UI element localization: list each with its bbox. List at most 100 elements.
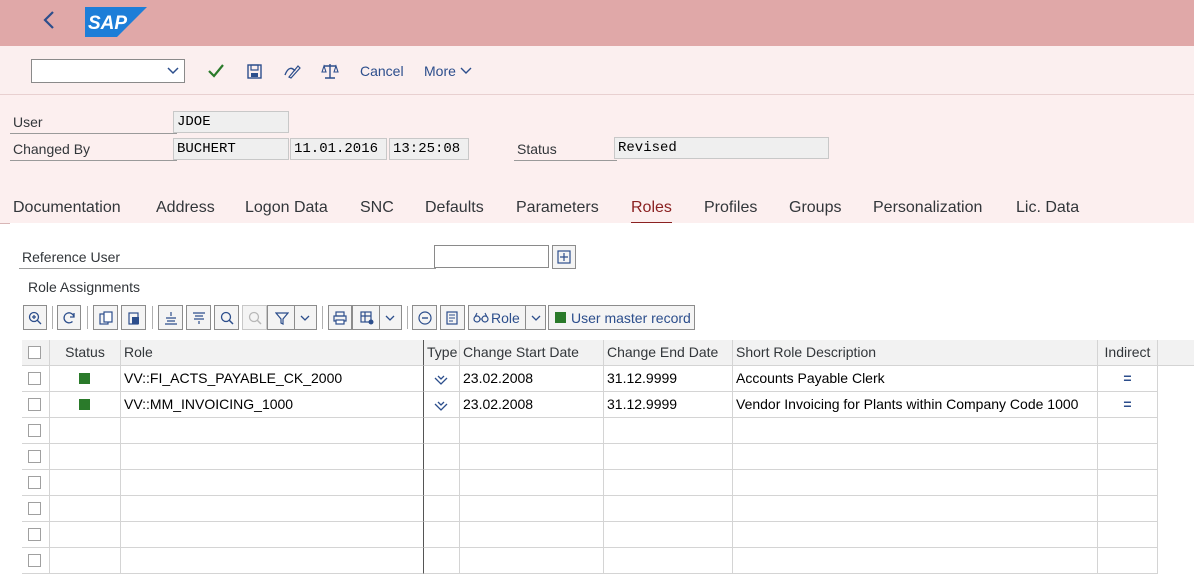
role-button-label: Role <box>491 309 520 326</box>
refresh-icon <box>63 311 75 323</box>
sort-descending-icon <box>192 311 205 324</box>
sort-descending-button[interactable] <box>186 305 211 330</box>
tab-groups[interactable]: Groups <box>789 199 841 217</box>
empty-cell <box>733 470 1098 496</box>
refresh-button[interactable] <box>57 305 81 330</box>
assign-icon <box>557 250 571 264</box>
change-start-date-cell[interactable]: 23.02.2008 <box>460 366 604 392</box>
row-checkbox[interactable] <box>28 502 41 515</box>
empty-cell <box>50 418 121 444</box>
more-button[interactable]: More <box>424 63 472 79</box>
column-header-type[interactable]: Type <box>424 340 460 366</box>
zoom-details-button[interactable] <box>23 305 47 330</box>
find-next-button[interactable] <box>242 305 267 330</box>
views-button[interactable] <box>352 305 402 330</box>
row-checkbox[interactable] <box>28 528 41 541</box>
tab-lic-data[interactable]: Lic. Data <box>1016 199 1079 217</box>
row-checkbox[interactable] <box>28 398 41 411</box>
indirect-cell: = <box>1098 366 1158 392</box>
save-icon[interactable] <box>243 60 265 82</box>
column-header-indirect[interactable]: Indirect <box>1098 340 1158 366</box>
empty-cell <box>424 522 460 548</box>
checkmark-icon[interactable] <box>205 60 227 82</box>
row-checkbox[interactable] <box>28 476 41 489</box>
empty-cell <box>1098 496 1158 522</box>
column-header-short-role-description[interactable]: Short Role Description <box>733 340 1098 366</box>
column-header-role[interactable]: Role <box>121 340 424 366</box>
chevron-down-icon <box>300 315 309 321</box>
tab-logon-data[interactable]: Logon Data <box>245 199 328 217</box>
changed-by-field: BUCHERT <box>173 138 289 160</box>
change-start-date-cell[interactable]: 23.02.2008 <box>460 392 604 418</box>
print-button[interactable] <box>328 305 352 330</box>
filter-button[interactable] <box>267 305 317 330</box>
empty-cell <box>121 522 424 548</box>
tab-parameters[interactable]: Parameters <box>516 199 599 217</box>
tab-defaults[interactable]: Defaults <box>425 199 484 217</box>
reference-user-input[interactable] <box>434 245 549 268</box>
empty-cell <box>121 418 424 444</box>
empty-cell <box>121 444 424 470</box>
sort-ascending-button[interactable] <box>158 305 183 330</box>
table-view-icon <box>359 310 373 324</box>
back-icon[interactable] <box>38 10 60 36</box>
command-field[interactable] <box>31 59 185 83</box>
cancel-button[interactable]: Cancel <box>360 63 404 79</box>
row-checkbox[interactable] <box>28 450 41 463</box>
empty-cell <box>460 522 604 548</box>
paste-button[interactable] <box>121 305 146 330</box>
tab-personalization[interactable]: Personalization <box>873 199 982 217</box>
display-change-icon[interactable] <box>281 60 303 82</box>
role-type-icon <box>434 375 448 385</box>
changed-time-field: 13:25:08 <box>389 138 469 160</box>
empty-cell <box>50 496 121 522</box>
toolbar-separator <box>52 306 53 329</box>
column-header-status[interactable]: Status <box>50 340 121 366</box>
details-button[interactable] <box>440 305 465 330</box>
empty-cell <box>50 444 121 470</box>
row-checkbox[interactable] <box>28 554 41 567</box>
empty-cell <box>1098 418 1158 444</box>
status-green-icon <box>79 399 90 410</box>
row-checkbox[interactable] <box>28 424 41 437</box>
chevron-down-icon[interactable] <box>166 63 180 79</box>
tab-snc[interactable]: SNC <box>360 199 394 217</box>
print-icon <box>333 310 347 325</box>
row-checkbox[interactable] <box>28 372 41 385</box>
tab-address[interactable]: Address <box>156 199 215 217</box>
tab-strip: Documentation Address Logon Data SNC Def… <box>0 195 1194 224</box>
empty-cell <box>424 418 460 444</box>
user-master-record-button[interactable]: User master record <box>548 305 695 330</box>
role-cell[interactable]: VV::FI_ACTS_PAYABLE_CK_2000 <box>121 366 424 392</box>
tab-roles[interactable]: Roles <box>631 199 672 224</box>
empty-cell <box>50 522 121 548</box>
empty-cell <box>604 444 733 470</box>
user-field: JDOE <box>173 111 289 133</box>
delete-row-button[interactable] <box>412 305 437 330</box>
copy-button[interactable] <box>93 305 118 330</box>
column-header-change-start-date[interactable]: Change Start Date <box>460 340 604 366</box>
find-next-icon <box>248 311 262 325</box>
empty-cell <box>121 496 424 522</box>
compare-scales-icon[interactable] <box>319 60 341 82</box>
empty-cell <box>50 470 121 496</box>
tab-profiles[interactable]: Profiles <box>704 199 757 217</box>
select-all-checkbox[interactable] <box>28 346 41 359</box>
find-button[interactable] <box>214 305 239 330</box>
reference-user-assign-button[interactable] <box>552 245 576 269</box>
minus-circle-icon <box>417 310 432 325</box>
tab-documentation[interactable]: Documentation <box>13 199 121 217</box>
change-end-date-cell[interactable]: 31.12.9999 <box>604 366 733 392</box>
toolbar-separator <box>407 306 408 329</box>
empty-cell <box>1098 470 1158 496</box>
button-divider <box>524 306 526 329</box>
button-divider <box>293 306 295 329</box>
empty-cell <box>733 548 1098 574</box>
status-green-icon <box>79 373 90 384</box>
copy-icon <box>98 310 113 325</box>
change-end-date-cell[interactable]: 31.12.9999 <box>604 392 733 418</box>
role-button[interactable]: Role <box>468 305 546 330</box>
column-header-change-end-date[interactable]: Change End Date <box>604 340 733 366</box>
role-cell[interactable]: VV::MM_INVOICING_1000 <box>121 392 424 418</box>
empty-cell <box>733 496 1098 522</box>
